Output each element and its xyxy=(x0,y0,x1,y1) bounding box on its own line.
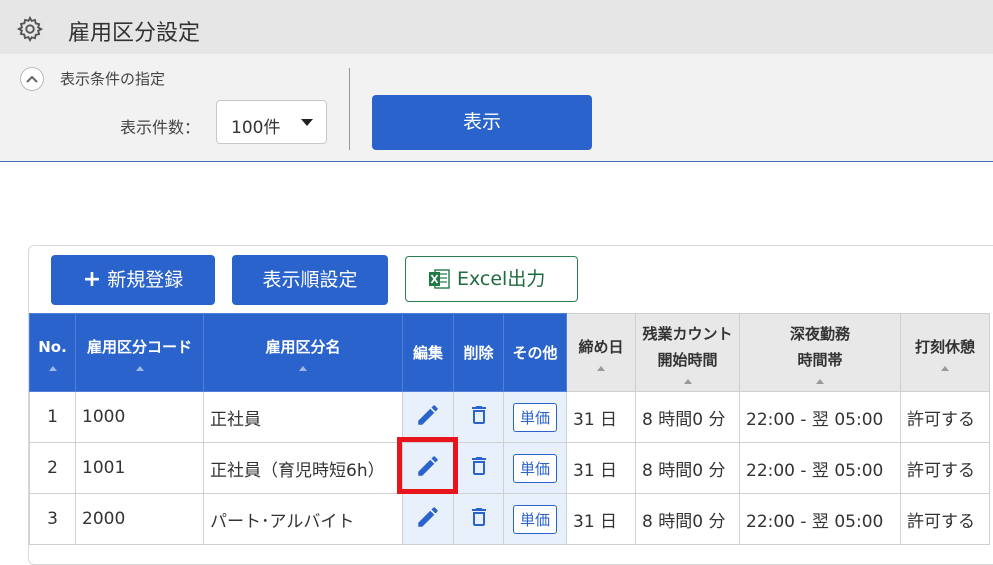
plus-icon: + xyxy=(82,267,102,292)
sort-icon xyxy=(683,379,692,384)
gear-icon xyxy=(16,15,44,42)
unit-price-button[interactable]: 単価 xyxy=(512,402,557,432)
trash-icon[interactable] xyxy=(467,402,491,428)
cell-break: 許可する xyxy=(900,391,990,443)
table-row: 3 2000 パート･アルバイト 単価 31 日 8 時間0 分 22:00 -… xyxy=(29,493,990,545)
new-register-button[interactable]: + 新規登録 xyxy=(51,255,215,305)
header-overtime[interactable]: 残業カウント 開始時間 xyxy=(635,313,740,392)
cell-night: 22:00 - 翌 05:00 xyxy=(739,442,901,494)
cell-name: 正社員 xyxy=(203,391,403,443)
sort-icon xyxy=(597,366,605,371)
cell-no: 3 xyxy=(29,493,76,545)
header-code[interactable]: 雇用区分コード xyxy=(75,313,204,392)
cell-code: 1000 xyxy=(75,391,204,443)
display-count-label: 表示件数： xyxy=(120,118,201,137)
cell-night: 22:00 - 翌 05:00 xyxy=(739,391,901,443)
cell-code: 2000 xyxy=(75,493,204,545)
excel-export-label: Excel出力 xyxy=(457,268,546,290)
sort-icon xyxy=(299,366,307,371)
table-row: 2 1001 正社員（育児時短6h） 単価 31 日 8 時間0 分 22:00… xyxy=(29,442,990,494)
delete-cell xyxy=(453,391,504,443)
cell-name: パート･アルバイト xyxy=(203,493,403,545)
header-night[interactable]: 深夜勤務 時間帯 xyxy=(739,313,901,392)
header-delete: 削除 xyxy=(453,313,504,392)
pencil-icon[interactable] xyxy=(415,402,441,428)
cell-cutoff: 31 日 xyxy=(566,442,636,494)
edit-cell xyxy=(402,442,454,494)
display-count-select[interactable]: 100件 xyxy=(216,100,327,144)
edit-cell xyxy=(402,493,454,545)
header-edit: 編集 xyxy=(402,313,454,392)
employment-type-table: No. 雇用区分コード 雇用区分名 編集 削除 その他 締め日 残業カウント 開始… xyxy=(29,313,990,545)
cell-night: 22:00 - 翌 05:00 xyxy=(739,493,901,545)
trash-icon[interactable] xyxy=(467,453,491,479)
trash-icon[interactable] xyxy=(467,504,491,530)
other-cell: 単価 xyxy=(503,442,567,494)
sort-icon xyxy=(941,366,949,371)
other-cell: 単価 xyxy=(503,391,567,443)
page-title: 雇用区分設定 xyxy=(68,21,201,46)
cell-no: 1 xyxy=(29,391,76,443)
cell-cutoff: 31 日 xyxy=(566,493,636,545)
cell-code: 1001 xyxy=(75,442,204,494)
display-count-value: 100件 xyxy=(231,118,281,138)
title-bar: 雇用区分設定 xyxy=(0,0,993,54)
collapse-toggle[interactable] xyxy=(20,67,44,91)
header-name[interactable]: 雇用区分名 xyxy=(203,313,403,392)
sort-icon xyxy=(816,379,824,384)
cell-break: 許可する xyxy=(900,442,990,494)
edit-cell xyxy=(402,391,454,443)
new-register-label: 新規登録 xyxy=(107,269,184,291)
condition-label: 表示条件の指定 xyxy=(60,70,166,88)
unit-price-button[interactable]: 単価 xyxy=(512,504,557,534)
cell-break: 許可する xyxy=(900,493,990,545)
chevron-up-icon xyxy=(26,75,38,83)
header-no[interactable]: No. xyxy=(29,313,76,392)
sort-icon xyxy=(135,366,144,371)
cell-name: 正社員（育児時短6h） xyxy=(203,442,403,494)
cell-cutoff: 31 日 xyxy=(566,391,636,443)
table-row: 1 1000 正社員 単価 31 日 8 時間0 分 22:00 - 翌 05:… xyxy=(29,391,990,443)
caret-down-icon xyxy=(301,119,313,126)
cell-overtime: 8 時間0 分 xyxy=(635,391,740,443)
table-header-row: No. 雇用区分コード 雇用区分名 編集 削除 その他 締め日 残業カウント 開始… xyxy=(29,313,990,392)
unit-price-button[interactable]: 単価 xyxy=(512,453,557,483)
header-break[interactable]: 打刻休憩 xyxy=(900,313,990,392)
pencil-icon[interactable] xyxy=(415,504,441,530)
pencil-icon[interactable] xyxy=(415,453,441,479)
delete-cell xyxy=(453,442,504,494)
other-cell: 単価 xyxy=(503,493,567,545)
display-order-button[interactable]: 表示順設定 xyxy=(232,255,388,305)
cell-overtime: 8 時間0 分 xyxy=(635,442,740,494)
condition-panel: 表示条件の指定 表示件数： 100件 表示 xyxy=(0,54,993,162)
header-other: その他 xyxy=(503,313,567,392)
excel-icon xyxy=(429,269,450,289)
cell-overtime: 8 時間0 分 xyxy=(635,493,740,545)
excel-export-button[interactable]: Excel出力 xyxy=(405,256,578,302)
header-cutoff[interactable]: 締め日 xyxy=(566,313,636,392)
delete-cell xyxy=(453,493,504,545)
cell-no: 2 xyxy=(29,442,76,494)
divider xyxy=(349,68,350,150)
sort-icon xyxy=(48,366,57,371)
show-button[interactable]: 表示 xyxy=(372,95,592,150)
